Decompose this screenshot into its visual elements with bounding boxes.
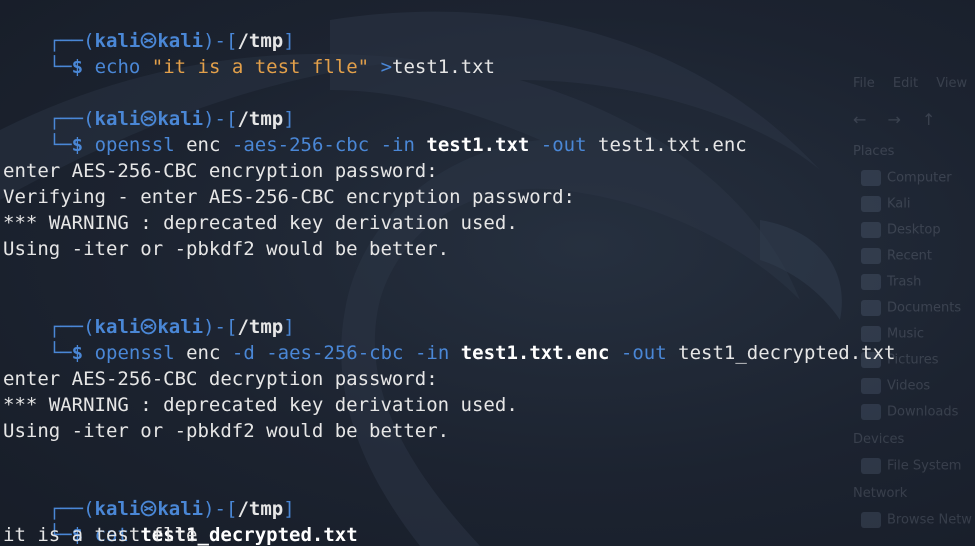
fm-item-label: Kali (887, 196, 911, 212)
fm-item-downloads[interactable]: Downloads (861, 404, 958, 420)
command-line: └─$ openssl enc -d -aes-256-cbc -in test… (3, 314, 896, 364)
command-arg: test1.txt.enc (598, 134, 747, 156)
prompt-dollar: $ (71, 134, 84, 156)
up-arrow-icon[interactable]: ↑ (922, 110, 935, 129)
prompt-corner-bottom: └─ (48, 342, 72, 364)
fm-item-file-system[interactable]: File System (861, 458, 961, 474)
fm-menu-file[interactable]: File (853, 76, 875, 91)
network-icon (861, 512, 881, 528)
output-line: it is a test flle (3, 524, 198, 546)
command-file-arg: test1.txt (426, 134, 530, 156)
fm-item-browse-network[interactable]: Browse Netw (861, 512, 972, 528)
command-line: └─$ cat test1_decrypted.txt (3, 496, 358, 546)
fm-menu-view[interactable]: View (936, 76, 967, 91)
command-program: openssl (94, 134, 175, 156)
fm-heading-places: Places (853, 144, 895, 159)
fm-item-label: Computer (887, 170, 952, 186)
command-flag: -aes-256-cbc (266, 342, 404, 364)
clock-icon (861, 248, 881, 264)
prompt-dollar: $ (71, 56, 84, 78)
command-flag: -d (231, 342, 255, 364)
command-program: openssl (94, 342, 175, 364)
fm-menubar: File Edit View (853, 76, 975, 91)
folder-icon (861, 404, 881, 420)
command-flag: -aes-256-cbc (231, 134, 370, 156)
command-arg: enc (186, 134, 221, 156)
output-line: enter AES-256-CBC encryption password: (3, 160, 438, 182)
command-flag: -in (414, 342, 450, 364)
command-line: └─$ echo "it is a test flle" >test1.txt (3, 28, 495, 78)
output-line: *** WARNING : deprecated key derivation … (3, 212, 518, 234)
folder-icon (861, 378, 881, 394)
command-arg: enc (186, 342, 221, 364)
drive-icon (861, 458, 881, 474)
command-line: └─$ openssl enc -aes-256-cbc -in test1.t… (3, 106, 747, 156)
command-string-arg: "it is a test flle" (151, 56, 370, 78)
command-redirect: > (380, 56, 393, 78)
output-line: Using -iter or -pbkdf2 would be better. (3, 420, 450, 442)
fm-item-label: Recent (887, 248, 932, 264)
prompt-corner-bottom: └─ (48, 134, 72, 156)
fm-item-videos[interactable]: Videos (861, 378, 930, 394)
file-manager-sidebar: File Edit View ← → ↑ Places Computer Kal… (853, 60, 975, 546)
trash-icon (861, 274, 881, 290)
fm-menu-edit[interactable]: Edit (893, 76, 918, 91)
forward-arrow-icon[interactable]: → (888, 110, 901, 129)
command-program: echo (94, 56, 141, 78)
fm-item-label: Browse Netw (887, 512, 972, 528)
prompt-dollar: $ (71, 342, 84, 364)
fm-item-label: File System (887, 458, 962, 474)
prompt-corner-bottom: └─ (48, 56, 72, 78)
back-arrow-icon[interactable]: ← (853, 110, 866, 129)
command-flag: -in (380, 134, 415, 156)
folder-icon (861, 222, 881, 238)
fm-heading-devices: Devices (853, 432, 905, 447)
command-target: test1.txt (392, 56, 495, 78)
prompt-line: ┌──(kali kali)-[/tmp] (3, 2, 295, 52)
fm-item-kali[interactable]: Kali (861, 196, 911, 212)
prompt-line: ┌──(kali kali)-[/tmp] (3, 288, 295, 338)
fm-item-label: Documents (887, 300, 962, 316)
output-line: enter AES-256-CBC decryption password: (3, 368, 438, 390)
folder-icon (861, 196, 881, 212)
command-flag: -out (620, 342, 667, 364)
output-line: *** WARNING : deprecated key derivation … (3, 394, 518, 416)
fm-item-label: Downloads (887, 404, 959, 420)
fm-item-label: Trash (887, 274, 922, 290)
fm-item-desktop[interactable]: Desktop (861, 222, 941, 238)
output-line: Verifying - enter AES-256-CBC encryption… (3, 186, 575, 208)
fm-heading-network: Network (853, 486, 908, 501)
command-arg: test1_decrypted.txt (678, 342, 896, 364)
output-line: Using -iter or -pbkdf2 would be better. (3, 238, 450, 260)
prompt-line: ┌──(kali kali)-[/tmp] (3, 80, 295, 130)
fm-item-recent[interactable]: Recent (861, 248, 932, 264)
fm-item-trash[interactable]: Trash (861, 274, 921, 290)
fm-nav-arrows: ← → ↑ (853, 110, 951, 129)
command-flag: -out (540, 134, 587, 156)
fm-item-label: Desktop (887, 222, 941, 238)
fm-item-label: Videos (887, 378, 931, 394)
command-file-arg: test1.txt.enc (460, 342, 610, 364)
fm-item-computer[interactable]: Computer (861, 170, 952, 186)
prompt-line: ┌──(kali kali)-[/tmp] (3, 470, 295, 520)
computer-icon (861, 170, 881, 186)
